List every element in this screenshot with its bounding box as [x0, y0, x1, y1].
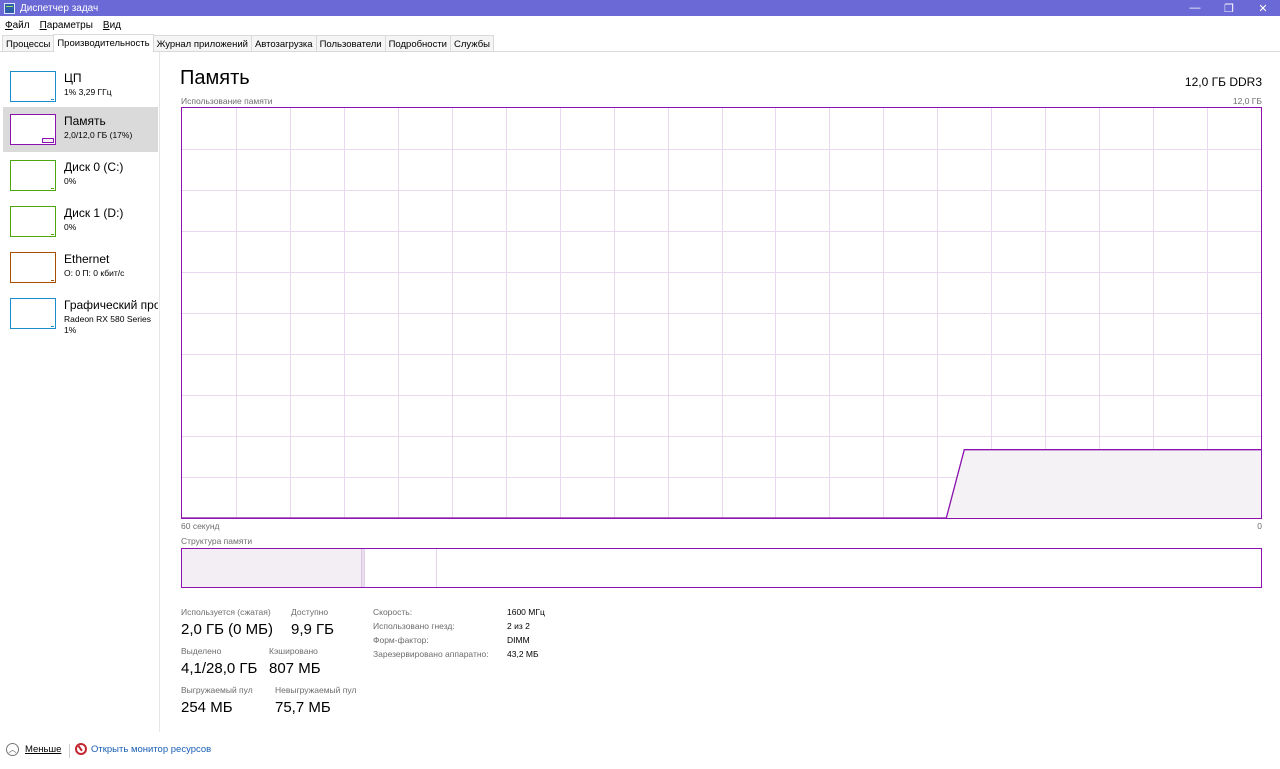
cpu-mini-graph: [10, 71, 56, 102]
sidebar-item-detail: 1% 3,29 ГГц: [64, 87, 112, 97]
nonpaged-pool-value: 75,7 МБ: [275, 699, 331, 716]
menu-view[interactable]: Вид: [98, 20, 126, 31]
sidebar-item-label: Ethernet: [64, 252, 110, 266]
sidebar-item-usage: 1%: [64, 325, 77, 335]
tab-services[interactable]: Службы: [450, 35, 494, 51]
resource-monitor-label: Открыть монитор ресурсов: [91, 743, 212, 755]
sidebar-item-cpu[interactable]: ЦП 1% 3,29 ГГц: [3, 64, 158, 109]
memory-usage-graph: [181, 107, 1262, 519]
tab-startup[interactable]: Автозагрузка: [250, 35, 317, 51]
tab-users[interactable]: Пользователи: [315, 35, 386, 51]
memory-composition-chart: [182, 549, 1255, 587]
gpu-mini-graph: [10, 298, 56, 329]
cached-label: Кэшировано: [269, 646, 318, 656]
sidebar-item-label: Графический процессор 0: [64, 298, 158, 312]
available-value: 9,9 ГБ: [291, 621, 334, 638]
menu-bar: Файл Параметры Вид: [0, 16, 1280, 34]
form-factor-label: Форм-фактор:: [373, 635, 429, 645]
sidebar-item-disk-1[interactable]: Диск 1 (D:) 0%: [3, 199, 158, 244]
open-resource-monitor-link[interactable]: Открыть монитор ресурсов: [75, 743, 211, 755]
speed-value: 1600 МГц: [507, 607, 545, 617]
slots-label: Использовано гнезд:: [373, 621, 455, 631]
sidebar-item-ethernet[interactable]: Ethernet О: 0 П: 0 кбит/с: [3, 245, 158, 290]
sidebar-item-detail: 0%: [64, 176, 77, 186]
slots-value: 2 из 2: [507, 621, 530, 631]
composition-standby: [364, 549, 437, 587]
sidebar-item-label: ЦП: [64, 71, 82, 85]
axis-label-left: 60 секунд: [181, 521, 220, 531]
menu-file[interactable]: Файл: [0, 20, 35, 31]
cached-value: 807 МБ: [269, 660, 321, 677]
axis-label-right: 0: [1257, 521, 1262, 531]
fewer-details-button[interactable]: ︿ Меньше: [6, 743, 61, 756]
usage-area-fill: [182, 449, 1261, 518]
tab-strip: Процессы Производительность Журнал прило…: [0, 34, 1280, 52]
memory-spec: 12,0 ГБ DDR3: [1184, 75, 1262, 89]
composition-in-use: [182, 549, 362, 587]
tab-processes[interactable]: Процессы: [2, 35, 55, 51]
minimize-button[interactable]: —: [1178, 0, 1212, 16]
sidebar-item-detail: 2,0/12,0 ГБ (17%): [64, 130, 133, 140]
nonpaged-pool-label: Невыгружаемый пул: [275, 685, 357, 695]
tab-app-history[interactable]: Журнал приложений: [152, 35, 252, 51]
hardware-reserved-label: Зарезервировано аппаратно:: [373, 649, 489, 659]
sidebar-item-detail: 0%: [64, 222, 77, 232]
chevron-up-icon: ︿: [6, 743, 19, 756]
memory-usage-chart: [182, 108, 1261, 519]
disk-1-mini-graph: [10, 206, 56, 237]
tab-details[interactable]: Подробности: [384, 35, 451, 51]
usage-graph-label: Использование памяти: [181, 96, 273, 106]
usage-graph-max: 12,0 ГБ: [1232, 96, 1262, 106]
paged-pool-value: 254 МБ: [181, 699, 233, 716]
close-button[interactable]: ✕: [1246, 0, 1280, 16]
footer-divider: [69, 744, 70, 758]
sidebar-item-label: Память: [64, 114, 106, 128]
restore-button[interactable]: ❐: [1212, 0, 1246, 16]
window-title: Диспетчер задач: [20, 2, 99, 14]
device-sidebar: ЦП 1% 3,29 ГГц Память 2,0/12,0 ГБ (17%) …: [0, 52, 160, 732]
sidebar-item-memory[interactable]: Память 2,0/12,0 ГБ (17%): [3, 107, 158, 152]
resource-monitor-icon: [75, 743, 87, 755]
sidebar-item-label: Диск 1 (D:): [64, 206, 124, 220]
sidebar-item-detail: О: 0 П: 0 кбит/с: [64, 268, 125, 278]
committed-label: Выделено: [181, 646, 222, 656]
fewer-details-label: Меньше: [25, 744, 62, 755]
page-title: Память: [180, 67, 250, 89]
ethernet-mini-graph: [10, 252, 56, 283]
paged-pool-label: Выгружаемый пул: [181, 685, 253, 695]
hardware-reserved-value: 43,2 МБ: [507, 649, 539, 659]
sidebar-item-gpu[interactable]: Графический процессор 0 Radeon RX 580 Se…: [3, 291, 158, 336]
composition-label: Структура памяти: [181, 536, 253, 546]
form-factor-value: DIMM: [507, 635, 530, 645]
memory-composition-bar: [181, 548, 1262, 588]
in-use-label: Используется (сжатая): [181, 607, 271, 617]
disk-0-mini-graph: [10, 160, 56, 191]
sidebar-item-label: Диск 0 (C:): [64, 160, 124, 174]
footer: ︿ Меньше Открыть монитор ресурсов: [0, 740, 1280, 762]
menu-options[interactable]: Параметры: [35, 20, 98, 31]
committed-value: 4,1/28,0 ГБ: [181, 660, 258, 677]
in-use-value: 2,0 ГБ (0 МБ): [181, 621, 273, 638]
composition-free: [436, 549, 1255, 587]
sidebar-item-disk-0[interactable]: Диск 0 (C:) 0%: [3, 153, 158, 198]
available-label: Доступно: [291, 607, 329, 617]
tab-performance[interactable]: Производительность: [53, 34, 154, 52]
sidebar-item-detail: Radeon RX 580 Series: [64, 314, 151, 324]
memory-mini-graph: [10, 114, 56, 145]
speed-label: Скорость:: [373, 607, 413, 617]
task-manager-icon: [4, 2, 15, 14]
title-bar: Диспетчер задач — ❐ ✕: [0, 0, 1280, 16]
